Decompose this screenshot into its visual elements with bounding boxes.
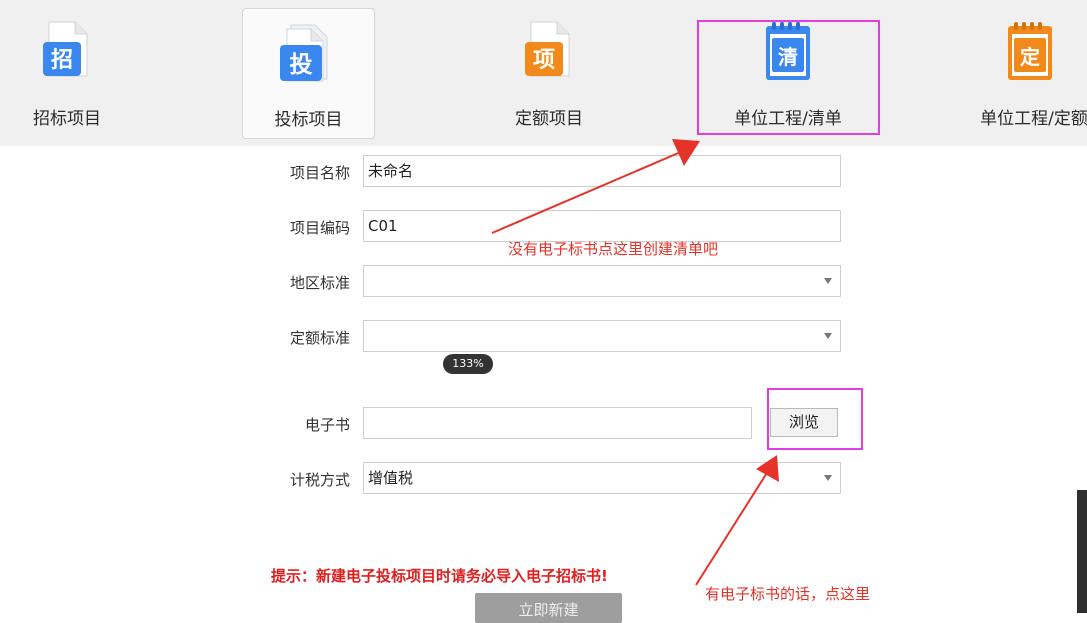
quota-standard-label: 定额标准 xyxy=(289,329,350,347)
tab-tender-project[interactable]: 投 投标项目 xyxy=(242,8,375,139)
tab-bidding-invitation-project[interactable]: 招 招标项目 xyxy=(14,8,120,139)
create-now-button[interactable]: 立即新建 xyxy=(475,593,622,623)
document-xiang-icon: 项 xyxy=(525,21,570,77)
tab-label: 投标项目 xyxy=(274,110,343,130)
region-standard-label: 地区标准 xyxy=(289,274,350,292)
document-zhao-icon: 招 xyxy=(43,21,88,77)
dropdown-arrow-icon xyxy=(824,333,832,339)
tab-quota-project[interactable]: 项 定额项目 xyxy=(496,8,602,139)
tab-unit-project-quota[interactable]: 定 单位工程/定额 xyxy=(958,8,1087,139)
ebook-file-input[interactable] xyxy=(363,407,752,439)
window-edge xyxy=(1077,490,1087,613)
tax-method-label: 计税方式 xyxy=(289,471,350,489)
tab-label: 单位工程/定额 xyxy=(980,109,1087,129)
dropdown-arrow-icon xyxy=(824,475,832,481)
quota-standard-select[interactable] xyxy=(363,320,841,352)
icon-glyph: 投 xyxy=(290,52,313,78)
notepad-ding-icon: 定 xyxy=(1008,22,1052,80)
zoom-level-badge: 133% xyxy=(443,354,493,374)
project-type-bar: 招 招标项目 投 投标项目 项 定额项目 清 单位工程/清单 定 单位工程/定额 xyxy=(0,0,1087,146)
annotation-has-ebook: 有电子标书的话，点这里 xyxy=(705,585,871,603)
icon-glyph: 项 xyxy=(533,48,555,73)
highlight-box-unit-bill xyxy=(697,20,880,135)
import-tip-text: 提示：新建电子投标项目时请务必导入电子招标书! xyxy=(271,567,608,585)
project-code-label: 项目编码 xyxy=(289,219,350,237)
project-name-label: 项目名称 xyxy=(289,164,350,182)
tab-label: 定额项目 xyxy=(515,109,583,129)
tax-method-value: 增值税 xyxy=(368,469,414,487)
ebook-label: 电子书 xyxy=(304,416,350,434)
browse-button[interactable]: 浏览 xyxy=(770,408,838,437)
icon-glyph: 招 xyxy=(51,48,73,73)
annotation-no-ebook: 没有电子标书点这里创建清单吧 xyxy=(508,240,719,258)
icon-glyph: 定 xyxy=(1020,45,1040,69)
document-tou-icon: 投 xyxy=(280,24,328,82)
region-standard-select[interactable] xyxy=(363,265,841,297)
project-name-input[interactable]: 未命名 xyxy=(363,155,841,187)
dropdown-arrow-icon xyxy=(824,278,832,284)
tax-method-select[interactable]: 增值税 xyxy=(363,462,841,494)
tab-label: 招标项目 xyxy=(33,109,101,129)
